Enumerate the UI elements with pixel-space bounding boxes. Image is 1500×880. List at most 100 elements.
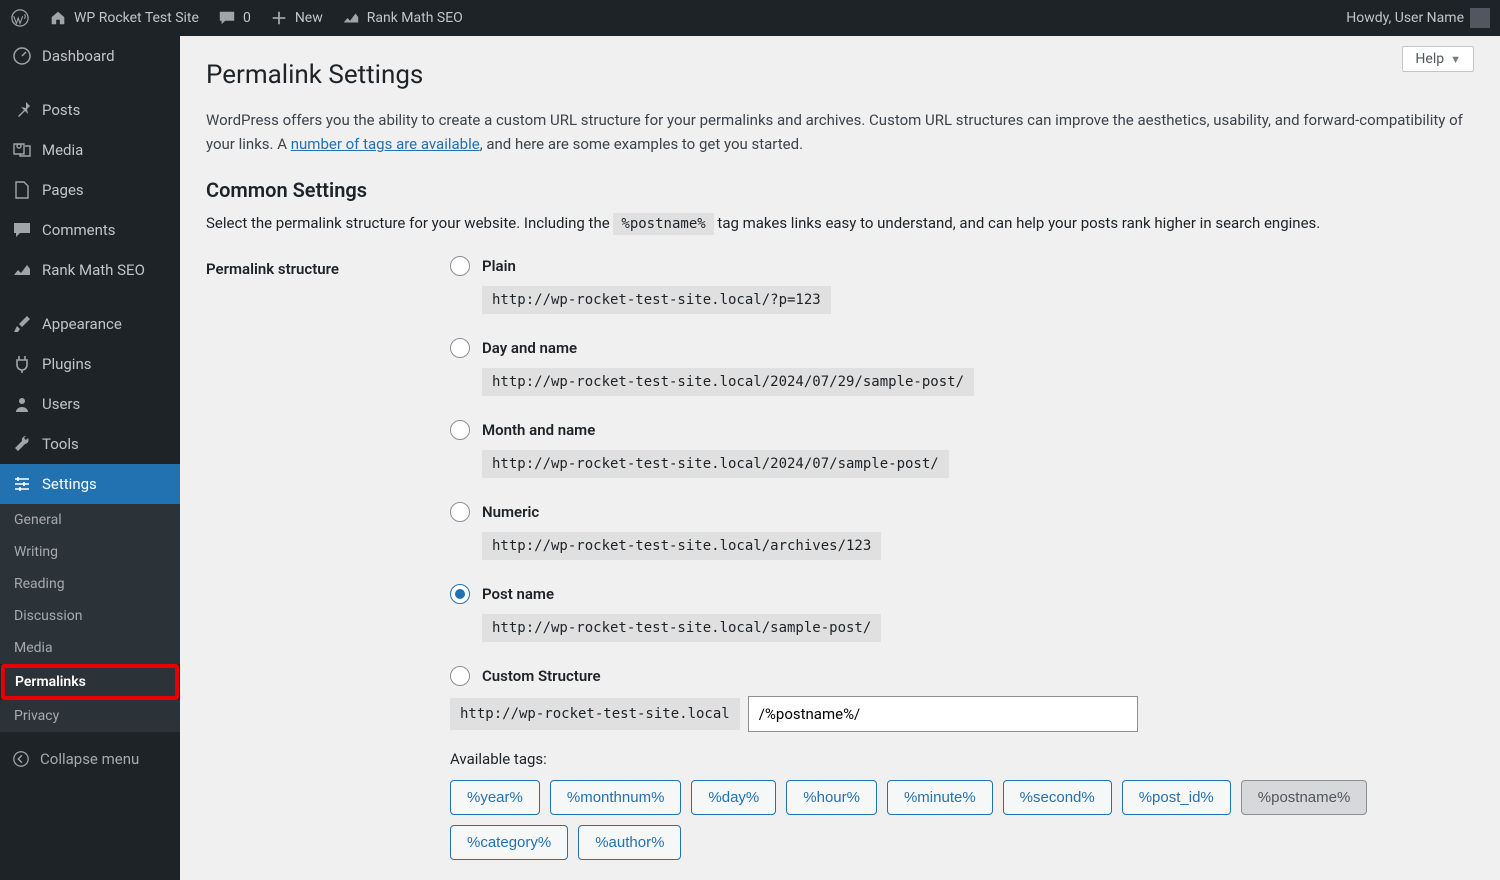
user-icon — [12, 394, 32, 414]
wordpress-icon — [10, 8, 30, 28]
page-title: Permalink Settings — [206, 60, 1474, 90]
tag-button[interactable]: %minute% — [887, 780, 993, 815]
permalink-option-2: Month and namehttp://wp-rocket-test-site… — [450, 420, 1474, 478]
permalink-radio-row[interactable]: Day and name — [450, 338, 1474, 358]
wrench-icon — [12, 434, 32, 454]
sidebar-item-rankmath[interactable]: Rank Math SEO — [0, 250, 180, 290]
analytics-icon — [341, 8, 361, 28]
new-content-link[interactable]: New — [269, 8, 323, 28]
common-desc-1: Select the permalink structure for your … — [206, 214, 613, 232]
settings-icon — [12, 474, 32, 494]
permalink-radio-label: Custom Structure — [482, 667, 601, 685]
permalink-radio-row[interactable]: Custom Structure — [450, 666, 1474, 686]
permalink-radio-row[interactable]: Post name — [450, 584, 1474, 604]
help-label: Help — [1415, 51, 1444, 67]
tag-button[interactable]: %monthnum% — [550, 780, 682, 815]
comments-count: 0 — [243, 10, 251, 26]
sidebar-item-label: Dashboard — [42, 47, 115, 65]
permalink-radio-row[interactable]: Plain — [450, 256, 1474, 276]
tag-button[interactable]: %author% — [578, 825, 681, 860]
comment-icon — [12, 220, 32, 240]
sidebar-item-pages[interactable]: Pages — [0, 170, 180, 210]
tag-button[interactable]: %category% — [450, 825, 568, 860]
permalink-radio[interactable] — [450, 584, 470, 604]
submenu-item-discussion[interactable]: Discussion — [0, 600, 180, 632]
permalink-radio[interactable] — [450, 338, 470, 358]
permalink-radio-label: Plain — [482, 257, 516, 275]
sidebar-item-label: Users — [42, 395, 80, 413]
custom-structure-input[interactable] — [748, 696, 1138, 732]
tag-button[interactable]: %hour% — [786, 780, 877, 815]
submenu-item-permalinks[interactable]: Permalinks — [1, 664, 179, 700]
tag-button[interactable]: %year% — [450, 780, 540, 815]
permalink-radio-row[interactable]: Month and name — [450, 420, 1474, 440]
permalink-radio[interactable] — [450, 420, 470, 440]
sidebar-item-appearance[interactable]: Appearance — [0, 304, 180, 344]
chevron-down-icon: ▼ — [1450, 53, 1461, 66]
submenu-item-reading[interactable]: Reading — [0, 568, 180, 600]
permalink-radio[interactable] — [450, 256, 470, 276]
comments-link[interactable]: 0 — [217, 8, 251, 28]
submenu-item-general[interactable]: General — [0, 504, 180, 536]
sidebar-item-tools[interactable]: Tools — [0, 424, 180, 464]
rankmath-link[interactable]: Rank Math SEO — [341, 8, 463, 28]
permalink-option-3: Numeric http://wp-rocket-test-site.local/… — [450, 502, 1474, 560]
rankmath-label: Rank Math SEO — [367, 10, 463, 26]
collapse-menu[interactable]: Collapse menu — [0, 740, 180, 778]
media-icon — [12, 140, 32, 160]
permalink-radio-row[interactable]: Numeric — [450, 502, 1474, 522]
sidebar-item-media[interactable]: Media — [0, 130, 180, 170]
tag-button[interactable]: %post_id% — [1122, 780, 1231, 815]
dashboard-icon — [12, 46, 32, 66]
page-icon — [12, 180, 32, 200]
sidebar-item-label: Rank Math SEO — [42, 261, 145, 279]
permalink-radio[interactable] — [450, 666, 470, 686]
new-label: New — [295, 10, 323, 26]
sidebar-item-plugins[interactable]: Plugins — [0, 344, 180, 384]
intro-text: WordPress offers you the ability to crea… — [206, 108, 1474, 156]
sidebar-item-label: Media — [42, 141, 83, 159]
sidebar-item-dashboard[interactable]: Dashboard — [0, 36, 180, 76]
custom-structure-prefix: http://wp-rocket-test-site.local — [450, 698, 740, 730]
sidebar-item-label: Pages — [42, 181, 84, 199]
permalink-example: http://wp-rocket-test-site.local/sample-… — [482, 614, 881, 642]
sidebar-item-label: Posts — [42, 101, 80, 119]
sidebar-item-label: Settings — [42, 475, 97, 493]
site-name-link[interactable]: WP Rocket Test Site — [48, 8, 199, 28]
tag-button[interactable]: %day% — [691, 780, 776, 815]
sidebar-item-posts[interactable]: Posts — [0, 90, 180, 130]
sidebar-item-users[interactable]: Users — [0, 384, 180, 424]
brush-icon — [12, 314, 32, 334]
sidebar-item-label: Comments — [42, 221, 116, 239]
submenu-item-media[interactable]: Media — [0, 632, 180, 664]
submenu-item-privacy[interactable]: Privacy — [0, 700, 180, 732]
permalink-option-0: Plainhttp://wp-rocket-test-site.local/?p… — [450, 256, 1474, 314]
postname-tag-code: %postname% — [613, 213, 713, 235]
permalink-example: http://wp-rocket-test-site.local/archive… — [482, 532, 881, 560]
permalink-radio[interactable] — [450, 502, 470, 522]
common-settings-heading: Common Settings — [206, 178, 1474, 202]
permalink-example: http://wp-rocket-test-site.local/2024/07… — [482, 368, 974, 396]
sidebar-item-settings[interactable]: Settings — [0, 464, 180, 504]
help-tab[interactable]: Help ▼ — [1402, 46, 1474, 72]
tags-available-link[interactable]: number of tags are available — [291, 135, 480, 153]
plugin-icon — [12, 354, 32, 374]
sidebar-item-comments[interactable]: Comments — [0, 210, 180, 250]
sidebar-item-label: Plugins — [42, 355, 91, 373]
common-desc-2: tag makes links easy to understand, and … — [714, 214, 1321, 232]
tag-button[interactable]: %second% — [1003, 780, 1112, 815]
available-tags-label: Available tags: — [450, 750, 1474, 768]
pin-icon — [12, 100, 32, 120]
permalink-radio-label: Day and name — [482, 339, 577, 357]
tag-button[interactable]: %postname% — [1241, 780, 1368, 815]
permalink-option-1: Day and name http://wp-rocket-test-site.l… — [450, 338, 1474, 396]
wp-logo[interactable] — [10, 8, 30, 28]
account-link[interactable]: Howdy, User Name — [1346, 8, 1490, 28]
common-settings-desc: Select the permalink structure for your … — [206, 214, 1474, 232]
admin-bar: WP Rocket Test Site 0 New Rank Math SEO … — [0, 0, 1500, 36]
home-icon — [48, 8, 68, 28]
avatar — [1470, 8, 1490, 28]
permalink-option-5: Custom Structure http://wp-rocket-test-si… — [450, 666, 1474, 860]
permalink-radio-label: Month and name — [482, 421, 595, 439]
submenu-item-writing[interactable]: Writing — [0, 536, 180, 568]
